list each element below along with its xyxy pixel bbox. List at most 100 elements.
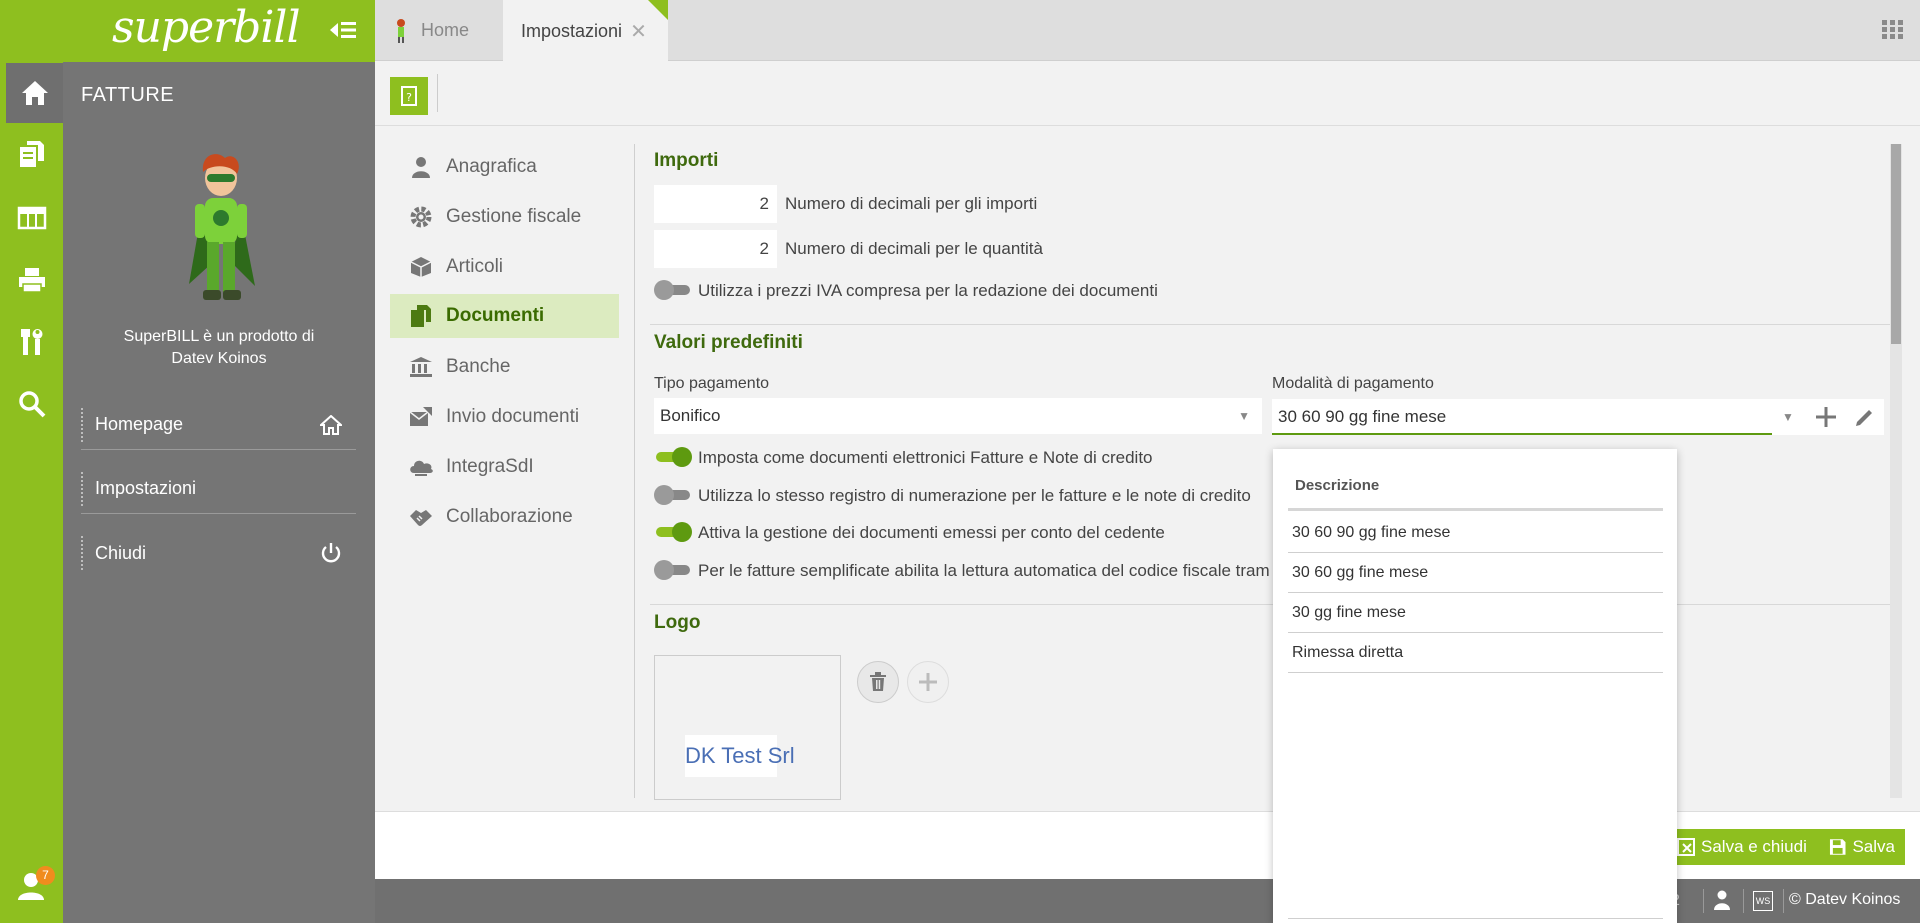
tipo-pagamento-select[interactable]: Bonifico ▼ [654, 398, 1262, 434]
settings-nav-label: Gestione fiscale [446, 206, 582, 227]
section-title-valori-predefiniti: Valori predefiniti [654, 332, 803, 353]
settings-nav-documenti[interactable]: Documenti [390, 294, 619, 338]
home-icon [320, 414, 342, 435]
settings-nav-label: IntegraSdI [446, 456, 534, 477]
user-icon [404, 156, 438, 178]
settings-nav-articoli[interactable]: Articoli [390, 245, 619, 289]
settings-nav-label: Invio documenti [446, 406, 580, 427]
tab-bar: Home Impostazioni ✕ [375, 0, 1920, 62]
status-divider [1703, 889, 1704, 913]
tipo-pagamento-value: Bonifico [660, 406, 721, 425]
sidebar-item-impostazioni[interactable]: Impostazioni [81, 464, 356, 514]
sidebar-panel: superbill FATTURE SuperBILL è un prodott… [0, 0, 375, 923]
stesso-registro-toggle[interactable] [654, 485, 692, 505]
help-document-icon: ? [401, 86, 417, 106]
decimali-quantita-label: Numero di decimali per le quantità [785, 239, 1043, 258]
document-icon [404, 304, 438, 328]
trash-icon [870, 672, 886, 691]
power-icon [320, 542, 342, 564]
add-logo-button[interactable] [907, 661, 949, 703]
section-title-logo: Logo [654, 612, 701, 633]
settings-nav-invio-documenti[interactable]: Invio documenti [390, 395, 619, 439]
printer-icon[interactable] [0, 250, 63, 310]
iva-compresa-label: Utilizza i prezzi IVA compresa per la re… [698, 281, 1158, 300]
status-divider [1743, 889, 1744, 913]
chevron-down-icon: ▼ [1238, 409, 1250, 423]
modalita-pagamento-actions: ▼ [1772, 399, 1884, 435]
tipo-pagamento-label: Tipo pagamento [654, 375, 770, 392]
add-icon [919, 673, 937, 691]
decimali-quantita-input[interactable]: 2 [654, 230, 777, 268]
user-icon[interactable] [1713, 890, 1731, 910]
settings-nav-gestione-fiscale[interactable]: Gestione fiscale [390, 195, 619, 239]
modalita-pagamento-value: 30 60 90 gg fine mese [1278, 407, 1447, 426]
settings-nav-label: Anagrafica [446, 156, 537, 177]
settings-nav-collaborazione[interactable]: Collaborazione [390, 495, 619, 539]
toolbar-divider [437, 74, 438, 112]
documents-icon[interactable] [0, 124, 63, 184]
help-button[interactable]: ? [390, 77, 428, 115]
codice-fiscale-label: Per le fatture semplificate abilita la l… [698, 561, 1270, 580]
documenti-elettronici-label: Imposta come documenti elettronici Fattu… [698, 448, 1153, 467]
decimali-importi-label: Numero di decimali per gli importi [785, 194, 1038, 213]
edit-pencil-icon[interactable] [1854, 406, 1876, 428]
logo-preview: DK Test Srl [654, 655, 841, 800]
tools-icon[interactable] [0, 312, 63, 372]
dropdown-header-rule [1288, 508, 1663, 511]
documenti-elettronici-toggle[interactable] [654, 447, 692, 467]
conto-cedente-toggle[interactable] [654, 522, 692, 542]
tab-label: Impostazioni [521, 20, 623, 41]
modalita-pagamento-dropdown: Descrizione 30 60 90 gg fine mese 30 60 … [1273, 449, 1677, 923]
content-scrollbar[interactable] [1890, 144, 1902, 798]
modalita-pagamento-select[interactable]: 30 60 90 gg fine mese [1272, 399, 1772, 435]
save-button[interactable]: Salva [1819, 829, 1905, 865]
dropdown-option[interactable]: 30 60 gg fine mese [1288, 553, 1663, 593]
conto-cedente-label: Attiva la gestione dei documenti emessi … [698, 523, 1165, 542]
mascot-image [181, 154, 261, 320]
scrollbar-thumb[interactable] [1891, 144, 1901, 344]
tab-corner-marker [648, 0, 668, 20]
toolbar: ? [375, 62, 1920, 126]
modalita-pagamento-label: Modalità di pagamento [1272, 375, 1434, 392]
icon-rail: 7 [0, 0, 63, 923]
send-icon [404, 406, 438, 428]
delete-logo-button[interactable] [857, 661, 899, 703]
save-close-icon [1677, 838, 1695, 856]
dropdown-column-header: Descrizione [1295, 477, 1380, 494]
chevron-down-icon[interactable]: ▼ [1782, 410, 1794, 424]
table-icon[interactable] [0, 188, 63, 248]
dropdown-option[interactable]: Rimessa diretta [1288, 633, 1663, 673]
save-bar: Salva e chiudi Salva [375, 811, 1920, 879]
codice-fiscale-toggle[interactable] [654, 560, 692, 580]
sidebar-item-label: Chiudi [95, 542, 147, 563]
save-and-close-label: Salva e chiudi [1701, 837, 1807, 856]
decimali-importi-input[interactable]: 2 [654, 185, 777, 223]
iva-compresa-toggle[interactable] [654, 280, 692, 300]
brand-logo: superbill [112, 2, 301, 53]
dropdown-option[interactable]: 30 gg fine mese [1288, 593, 1663, 633]
tab-home[interactable]: Home [395, 0, 480, 61]
dropdown-bottom-rule [1288, 918, 1663, 919]
close-icon[interactable]: ✕ [630, 19, 647, 44]
collapse-menu-icon[interactable] [328, 18, 358, 42]
settings-nav-anagrafica[interactable]: Anagrafica [390, 145, 619, 189]
search-icon[interactable] [0, 374, 63, 434]
ws-badge: WS [1753, 891, 1773, 911]
home-icon[interactable] [6, 63, 63, 123]
mascot-mini-icon [395, 18, 407, 44]
dropdown-option[interactable]: 30 60 90 gg fine mese [1288, 513, 1663, 553]
floppy-icon [1829, 839, 1846, 855]
save-label: Salva [1852, 837, 1895, 856]
tab-impostazioni[interactable]: Impostazioni ✕ [503, 0, 668, 62]
sidebar-item-label: Impostazioni [95, 478, 197, 498]
status-bar: 2 WS © Datev Koinos [375, 879, 1920, 923]
sidebar-item-homepage[interactable]: Homepage [81, 400, 356, 450]
add-icon[interactable] [1814, 405, 1838, 429]
module-title: FATTURE [81, 84, 175, 106]
settings-nav-banche[interactable]: Banche [390, 345, 619, 389]
svg-text:?: ? [406, 91, 412, 104]
settings-nav-integrasdi[interactable]: IntegraSdI [390, 445, 619, 489]
sidebar-item-chiudi[interactable]: Chiudi [81, 528, 356, 578]
save-and-close-button[interactable]: Salva e chiudi [1667, 829, 1828, 865]
apps-grid-icon[interactable] [1882, 20, 1904, 40]
